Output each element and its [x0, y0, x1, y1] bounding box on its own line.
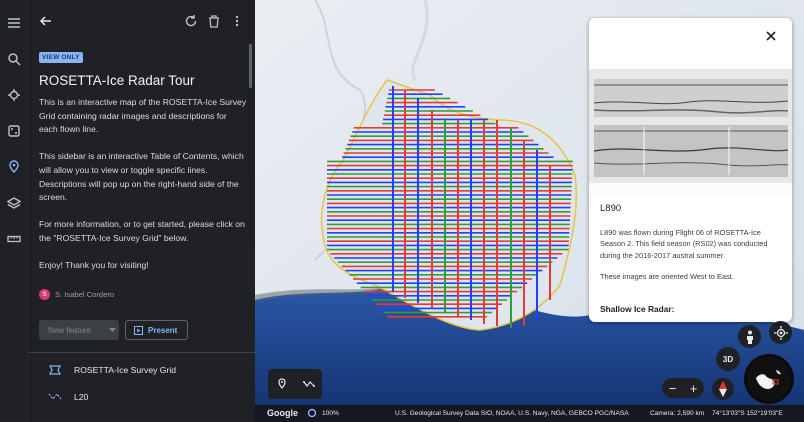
camera-altitude: Camera: 2,590 km — [650, 410, 705, 417]
zoom-control: − + — [662, 378, 704, 398]
refresh-icon[interactable] — [182, 12, 200, 30]
polygon-icon — [49, 365, 61, 375]
loading-ring-icon — [307, 408, 317, 420]
draw-line-icon[interactable] — [302, 378, 315, 390]
projects-icon[interactable] — [5, 158, 23, 176]
dice-icon[interactable] — [5, 122, 23, 140]
popup-title: L890 — [600, 203, 622, 214]
action-row: New feature Present — [39, 320, 189, 340]
divider — [28, 352, 255, 353]
back-arrow-icon[interactable] — [37, 12, 55, 30]
popup-subheading: Shallow Ice Radar: — [600, 304, 675, 314]
radar-image — [589, 55, 792, 197]
popup-body: L890 was flown during Flight 06 of ROSET… — [600, 227, 786, 292]
layers-icon[interactable] — [5, 194, 23, 212]
delete-icon[interactable] — [205, 12, 223, 30]
feature-popup[interactable]: L890 L890 was flown during Flight 06 of … — [589, 18, 792, 322]
map-tools — [268, 369, 322, 399]
measure-icon[interactable] — [5, 230, 23, 248]
close-icon[interactable] — [764, 29, 778, 43]
left-rail — [0, 0, 28, 422]
sidebar-toolbar — [28, 0, 255, 42]
google-logo: Google — [267, 408, 298, 418]
toc-item-l20[interactable]: L20 — [48, 391, 88, 403]
search-icon[interactable] — [5, 50, 23, 68]
zoom-out-button[interactable]: − — [669, 381, 677, 396]
more-vert-icon[interactable] — [228, 12, 246, 30]
description-paragraph: This is an interactive map of the ROSETT… — [39, 97, 247, 135]
dropdown-arrow-icon — [109, 327, 117, 332]
compass-icon — [719, 381, 727, 397]
present-label: Present — [148, 325, 178, 335]
author: S S. Isabel Cordero — [39, 289, 114, 300]
avatar: S — [39, 289, 50, 300]
add-placemark-icon[interactable] — [276, 378, 288, 390]
toc-item-label: ROSETTA-Ice Survey Grid — [74, 365, 177, 375]
voyager-icon[interactable] — [5, 86, 23, 104]
zoom-in-button[interactable]: + — [690, 381, 698, 396]
sidebar-scrollbar[interactable] — [249, 44, 252, 88]
pegman-icon — [746, 330, 753, 344]
attribution[interactable]: U.S. Geological Survey Data SIO, NOAA, U… — [395, 410, 629, 417]
description-paragraph: This sidebar is an interactive Table of … — [39, 151, 244, 203]
present-icon — [134, 325, 143, 335]
globe-minimap[interactable] — [744, 354, 794, 404]
new-feature-label: New feature — [48, 325, 92, 335]
project-title: ROSETTA-Ice Radar Tour — [39, 73, 195, 88]
project-description: This is an interactive map of the ROSETT… — [39, 96, 247, 286]
compass-button[interactable] — [712, 378, 734, 400]
toc-item-survey-grid[interactable]: ROSETTA-Ice Survey Grid — [48, 364, 176, 376]
popup-paragraph: L890 was flown during Flight 06 of ROSET… — [600, 228, 768, 260]
popup-paragraph: These images are oriented West to East. — [600, 271, 734, 281]
present-button[interactable]: Present — [125, 320, 189, 340]
sidebar: VIEW ONLY ROSETTA-Ice Radar Tour This is… — [28, 0, 255, 422]
description-paragraph: For more information, or to get started,… — [39, 219, 245, 243]
globe-icon — [747, 357, 791, 401]
coordinates: 74°13'03"S 152°19'03"E — [712, 410, 783, 417]
path-icon — [48, 393, 62, 400]
my-location-icon — [773, 325, 788, 340]
new-feature-button[interactable]: New feature — [39, 320, 119, 340]
author-name: S. Isabel Cordero — [55, 290, 115, 299]
toc-item-label: L20 — [74, 392, 89, 402]
description-paragraph: Enjoy! Thank you for visiting! — [39, 260, 149, 271]
status-bar: Google 100% U.S. Geological Survey Data … — [255, 405, 804, 422]
3d-toggle-button[interactable]: 3D — [716, 347, 740, 371]
view-only-badge: VIEW ONLY — [39, 52, 83, 63]
location-button[interactable] — [769, 321, 792, 344]
street-view-button[interactable] — [738, 325, 761, 348]
menu-icon[interactable] — [5, 14, 23, 32]
zoom-percent: 100% — [322, 410, 339, 417]
